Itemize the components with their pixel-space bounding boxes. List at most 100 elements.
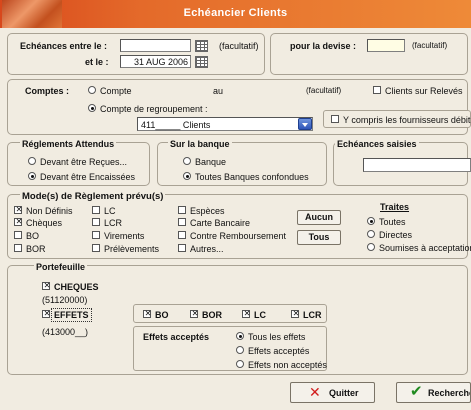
toutes-banques-radio[interactable] bbox=[183, 172, 191, 180]
portefeuille-effets-label: EFFETS bbox=[51, 308, 92, 322]
reglement-recues-label: Devant être Reçues... bbox=[40, 157, 128, 167]
reglement-encaissees-label: Devant être Encaissées bbox=[40, 172, 136, 182]
traites-toutes-label: Toutes bbox=[379, 217, 406, 227]
au-label: au bbox=[213, 86, 224, 96]
mode-non-definis-label: Non Définis bbox=[26, 206, 73, 216]
clients-releves-label: Clients sur Relevés bbox=[385, 86, 463, 96]
devise-input[interactable] bbox=[367, 39, 405, 52]
effets-lc-label: LC bbox=[254, 310, 266, 320]
title-bar: Echéancier Clients bbox=[0, 0, 471, 28]
close-icon: ✕ bbox=[309, 384, 321, 400]
mode-especes-label: Espèces bbox=[190, 206, 225, 216]
mode-lcr-label: LCR bbox=[104, 218, 123, 228]
reglement-encaissees-radio[interactable] bbox=[28, 172, 36, 180]
modes-title: Mode(s) de Règlement prévu(s) bbox=[20, 191, 166, 202]
quitter-label: Quitter bbox=[329, 388, 359, 398]
mode-especes-checkbox[interactable] bbox=[178, 206, 186, 214]
chevron-down-icon[interactable] bbox=[298, 118, 312, 130]
portefeuille-title: Portefeuille bbox=[34, 262, 88, 272]
compte-label: Compte bbox=[100, 86, 132, 96]
regroupement-value: 411_____ Clients bbox=[141, 120, 211, 130]
effets-bo-label: BO bbox=[155, 310, 169, 320]
mode-lcr-checkbox[interactable] bbox=[92, 218, 100, 226]
mode-virements-checkbox[interactable] bbox=[92, 231, 100, 239]
mode-carte-label: Carte Bancaire bbox=[190, 218, 251, 228]
effets-bor-checkbox[interactable] bbox=[190, 309, 199, 319]
traites-soumises-label: Soumises à acceptation bbox=[379, 243, 471, 253]
devise-facultatif: (facultatif) bbox=[412, 41, 448, 50]
compte-radio[interactable] bbox=[88, 86, 96, 94]
date-from-input[interactable] bbox=[120, 39, 191, 52]
devise-label: pour la devise : bbox=[290, 41, 357, 51]
aucun-button[interactable]: Aucun bbox=[297, 210, 341, 225]
mode-prelevements-label: Prélèvements bbox=[104, 244, 160, 254]
mode-lc-checkbox[interactable] bbox=[92, 206, 100, 214]
facultatif-from: (facultatif) bbox=[219, 41, 259, 51]
portefeuille-effets-checkbox[interactable] bbox=[42, 309, 51, 319]
portefeuille-cheques-checkbox[interactable] bbox=[42, 281, 51, 291]
regroupement-select[interactable]: 411_____ Clients bbox=[137, 117, 313, 131]
calendar-to-icon[interactable] bbox=[195, 56, 208, 68]
acc-acceptes-radio[interactable] bbox=[236, 346, 244, 354]
mode-bor-label: BOR bbox=[26, 244, 46, 254]
mode-carte-checkbox[interactable] bbox=[178, 218, 186, 226]
rechercher-button[interactable]: ✔ Rechercher bbox=[396, 382, 471, 403]
traites-toutes-radio[interactable] bbox=[367, 217, 375, 225]
acc-non-acceptes-label: Effets non acceptés bbox=[248, 360, 327, 370]
mode-bo-checkbox[interactable] bbox=[14, 231, 22, 239]
saisies-input[interactable] bbox=[363, 158, 471, 172]
mode-autres-label: Autres... bbox=[190, 244, 224, 254]
mode-cheques-checkbox[interactable] bbox=[14, 217, 23, 227]
traites-title: Traites bbox=[380, 202, 410, 212]
comptes-facultatif: (facultatif) bbox=[306, 86, 342, 95]
acc-acceptes-label: Effets acceptés bbox=[248, 346, 310, 356]
effets-lcr-checkbox[interactable] bbox=[291, 309, 300, 319]
acc-non-acceptes-radio[interactable] bbox=[236, 360, 244, 368]
window-title: Echéancier Clients bbox=[183, 7, 288, 19]
mode-non-definis-checkbox[interactable] bbox=[14, 205, 23, 215]
saisies-title: Echéances saisies bbox=[335, 139, 419, 149]
regroupement-label: Compte de regroupement : bbox=[100, 104, 208, 114]
rechercher-label: Rechercher bbox=[428, 388, 470, 398]
banque-label: Banque bbox=[195, 157, 227, 167]
traites-soumises-radio[interactable] bbox=[367, 243, 375, 251]
reglements-title: Réglements Attendus bbox=[20, 139, 117, 149]
banque-title: Sur la banque bbox=[168, 139, 232, 149]
effets-lcr-label: LCR bbox=[303, 310, 322, 320]
mode-autres-checkbox[interactable] bbox=[178, 244, 186, 252]
effets-lc-checkbox[interactable] bbox=[242, 309, 251, 319]
portefeuille-effets-account: (413000__) bbox=[42, 327, 89, 337]
mode-contre-remboursement-checkbox[interactable] bbox=[178, 231, 186, 239]
mode-prelevements-checkbox[interactable] bbox=[92, 244, 100, 252]
tous-button[interactable]: Tous bbox=[297, 230, 341, 245]
banque-radio[interactable] bbox=[183, 157, 191, 165]
traites-directes-radio[interactable] bbox=[367, 230, 375, 238]
acc-tous-radio[interactable] bbox=[236, 332, 244, 340]
comptes-label: Comptes : bbox=[25, 86, 70, 96]
echeances-entre-label: Echéances entre le : bbox=[20, 41, 108, 51]
fournisseurs-checkbox[interactable] bbox=[331, 115, 339, 123]
mode-bor-checkbox[interactable] bbox=[14, 244, 22, 252]
portefeuille-cheques-label: CHEQUES bbox=[54, 282, 99, 292]
traites-directes-label: Directes bbox=[379, 230, 413, 240]
mode-virements-label: Virements bbox=[104, 231, 145, 241]
effets-bo-checkbox[interactable] bbox=[143, 309, 152, 319]
acc-tous-label: Tous les effets bbox=[248, 332, 306, 342]
effets-bor-label: BOR bbox=[202, 310, 222, 320]
regroupement-radio[interactable] bbox=[88, 104, 96, 112]
clients-releves-checkbox[interactable] bbox=[373, 86, 381, 94]
et-le-label: et le : bbox=[85, 57, 109, 67]
mode-bo-label: BO bbox=[26, 231, 40, 241]
reglement-recues-radio[interactable] bbox=[28, 157, 36, 165]
mode-lc-label: LC bbox=[104, 206, 116, 216]
toutes-banques-label: Toutes Banques confondues bbox=[195, 172, 309, 182]
quitter-button[interactable]: ✕ Quitter bbox=[290, 382, 375, 403]
calendar-from-icon[interactable] bbox=[195, 40, 208, 52]
checkmark-icon: ✔ bbox=[410, 383, 423, 400]
effets-acceptes-title: Effets acceptés bbox=[143, 332, 210, 342]
fournisseurs-label: Y compris les fournisseurs débit bbox=[343, 115, 471, 125]
mode-contre-remboursement-label: Contre Remboursement bbox=[190, 231, 287, 241]
mode-cheques-label: Chèques bbox=[26, 218, 63, 228]
date-to-input[interactable]: 31 AUG 2006 bbox=[120, 55, 191, 68]
portefeuille-cheques-account: (51120000) bbox=[42, 295, 88, 305]
